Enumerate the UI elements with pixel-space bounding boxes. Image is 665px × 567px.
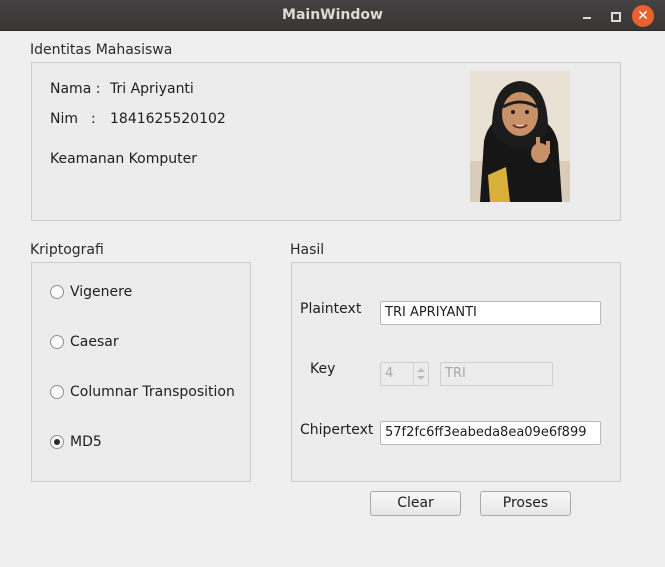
vigenere-label[interactable]: Vigenere (70, 284, 132, 300)
vigenere-radio[interactable] (50, 285, 64, 299)
title-bar: MainWindow ✕ (0, 0, 665, 31)
process-button[interactable]: Proses (480, 491, 571, 516)
md5-radio[interactable] (50, 435, 64, 449)
plaintext-label: Plaintext (300, 301, 362, 317)
md5-label[interactable]: MD5 (70, 434, 102, 450)
student-photo (470, 71, 570, 202)
key-text-input[interactable]: TRI (440, 362, 553, 386)
columnar-transposition-radio[interactable] (50, 385, 64, 399)
ciphertext-output[interactable]: 57f2fc6ff3eabeda8ea09e6f899 (380, 421, 601, 445)
student-photo-graphic (470, 71, 570, 202)
spin-down-icon[interactable] (417, 376, 425, 380)
nim-colon: : (91, 111, 96, 127)
name-value: Tri Apriyanti (110, 81, 194, 97)
identity-group-title: Identitas Mahasiswa (30, 42, 173, 58)
crypto-group-title: Kriptografi (30, 242, 104, 258)
window-title: MainWindow (282, 7, 383, 23)
clear-button[interactable]: Clear (370, 491, 461, 516)
columnar-transposition-label[interactable]: Columnar Transposition (70, 384, 235, 400)
close-icon[interactable]: ✕ (632, 5, 654, 27)
key-spinbox-arrows[interactable] (413, 363, 428, 385)
result-group-title: Hasil (290, 242, 325, 258)
maximize-icon[interactable] (605, 6, 625, 26)
plaintext-input[interactable]: TRI APRIYANTI (380, 301, 601, 325)
nim-label: Nim (50, 111, 78, 127)
nim-value: 1841625520102 (110, 111, 226, 127)
minimize-icon[interactable] (577, 6, 597, 26)
caesar-label[interactable]: Caesar (70, 334, 119, 350)
key-label: Key (310, 361, 336, 377)
course-label: Keamanan Komputer (50, 151, 197, 167)
crypto-groupbox (31, 262, 251, 482)
name-label: Nama : (50, 81, 101, 97)
ciphertext-label: Chipertext (300, 422, 374, 438)
caesar-radio[interactable] (50, 335, 64, 349)
spin-up-icon[interactable] (417, 368, 425, 372)
